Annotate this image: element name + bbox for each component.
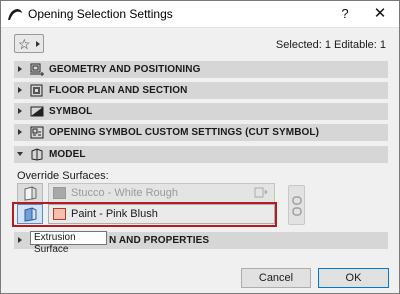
surface-name: Stucco - White Rough	[71, 187, 178, 199]
chain-link-icon	[292, 196, 302, 216]
panel-label: N AND PROPERTIES	[109, 235, 210, 246]
title-bar: Opening Selection Settings ? ✕	[1, 1, 399, 28]
surface-swatch	[53, 187, 66, 199]
model-icon	[31, 148, 43, 161]
caret-right-icon	[36, 41, 40, 47]
surface-options-icon	[254, 187, 268, 198]
collapse-caret-icon	[17, 152, 23, 156]
panel-geometry-and-positioning[interactable]: GEOMETRY AND POSITIONING	[14, 61, 388, 78]
panel-label: GEOMETRY AND POSITIONING	[49, 64, 201, 75]
window-title: Opening Selection Settings	[28, 7, 173, 21]
panel-floor-plan-and-section[interactable]: FLOOR PLAN AND SECTION	[14, 82, 388, 99]
panel-model[interactable]: MODEL	[14, 146, 388, 163]
side-surface-button[interactable]	[17, 183, 43, 203]
link-surfaces-button[interactable]	[288, 185, 305, 225]
expand-caret-icon	[18, 129, 22, 135]
override-surfaces-label: Override Surfaces:	[17, 170, 109, 182]
expand-caret-icon	[18, 66, 22, 72]
panel-opening-symbol-custom-settings[interactable]: OPENING SYMBOL CUSTOM SETTINGS (CUT SYMB…	[14, 124, 388, 141]
ok-button[interactable]: OK	[318, 268, 389, 288]
symbol-icon	[30, 106, 44, 117]
opening-selection-settings-dialog: Opening Selection Settings ? ✕ ☆ Selecte…	[0, 0, 400, 294]
panel-label: SYMBOL	[49, 106, 93, 117]
panel-label: OPENING SYMBOL CUSTOM SETTINGS (CUT SYMB…	[49, 127, 320, 138]
expand-caret-icon	[18, 87, 22, 93]
cancel-button[interactable]: Cancel	[241, 268, 311, 288]
surface-picker-disabled: Stucco - White Rough	[48, 183, 275, 203]
opening-symbol-icon	[30, 126, 44, 139]
archicad-logo-icon	[8, 9, 22, 20]
panel-symbol[interactable]: SYMBOL	[14, 103, 388, 120]
help-button[interactable]: ?	[336, 5, 354, 23]
tooltip: Extrusion Surface	[30, 231, 107, 255]
surface-row-side: Stucco - White Rough	[17, 183, 275, 203]
favorites-button[interactable]: ☆	[14, 34, 44, 53]
selection-count: Selected: 1 Editable: 1	[275, 39, 386, 51]
geometry-icon	[30, 63, 44, 76]
panel-label: FLOOR PLAN AND SECTION	[49, 85, 188, 96]
side-surface-icon	[24, 186, 37, 201]
star-icon: ☆	[18, 36, 31, 52]
floor-plan-icon	[30, 84, 43, 97]
expand-caret-icon	[18, 237, 22, 243]
panel-label: MODEL	[49, 149, 86, 160]
expand-caret-icon	[18, 108, 22, 114]
highlight-frame	[12, 202, 277, 227]
close-button[interactable]: ✕	[371, 5, 389, 23]
